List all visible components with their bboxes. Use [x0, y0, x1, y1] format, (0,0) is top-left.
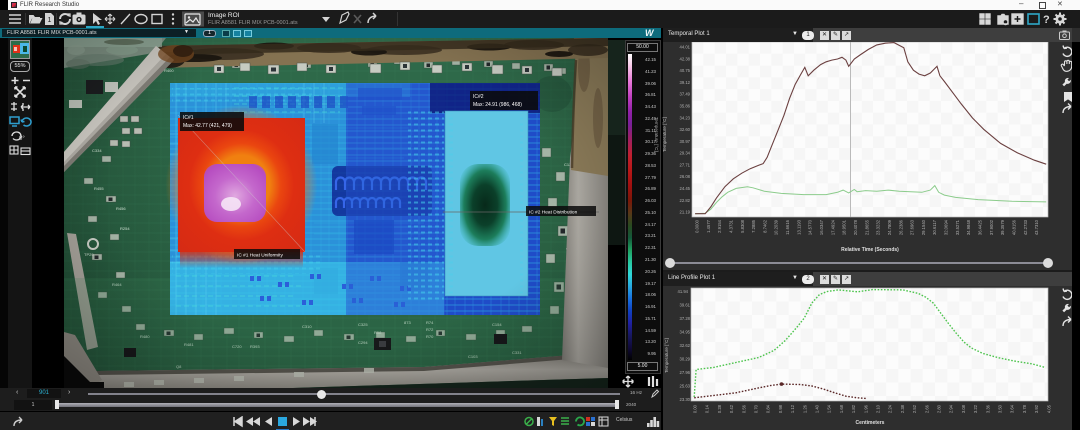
- svg-text:24.45: 24.45: [680, 186, 691, 191]
- svg-text:44.01: 44.01: [680, 45, 691, 50]
- svg-text:3.50: 3.50: [998, 404, 1003, 413]
- svg-text:1.40: 1.40: [815, 404, 820, 413]
- svg-text:3.64: 3.64: [1010, 404, 1015, 413]
- svg-text:IC#2: IC#2: [473, 94, 484, 100]
- svg-text:29.1540: 29.1540: [921, 219, 926, 235]
- svg-text:34.95: 34.95: [680, 330, 691, 335]
- svg-text:3.08: 3.08: [961, 404, 966, 413]
- svg-text:27.96: 27.96: [680, 370, 691, 375]
- svg-text:0.98: 0.98: [778, 404, 783, 413]
- svg-text:20.4078: 20.4078: [853, 219, 858, 235]
- svg-text:0.56: 0.56: [741, 404, 746, 413]
- svg-text:3.92: 3.92: [1034, 404, 1039, 413]
- svg-text:39.12: 39.12: [680, 80, 691, 85]
- svg-text:Centimeters: Centimeters: [856, 420, 885, 426]
- svg-text:2.10: 2.10: [876, 404, 881, 413]
- svg-text:0.0000: 0.0000: [695, 219, 700, 232]
- svg-text:39.61: 39.61: [680, 303, 691, 308]
- svg-text:0.14: 0.14: [705, 404, 710, 413]
- svg-text:33.5271: 33.5271: [955, 219, 960, 235]
- svg-text:4.05: 4.05: [1046, 404, 1051, 413]
- svg-text:30.97: 30.97: [680, 139, 691, 144]
- svg-text:34.23: 34.23: [680, 115, 691, 120]
- svg-text:2.24: 2.24: [888, 404, 893, 413]
- svg-text:40.8156: 40.8156: [1012, 219, 1017, 235]
- svg-text:21.19: 21.19: [680, 210, 691, 215]
- svg-text:IC#1: IC#1: [183, 115, 194, 121]
- svg-text:35.86: 35.86: [680, 104, 691, 109]
- svg-text:21.8655: 21.8655: [864, 219, 869, 235]
- svg-text:18.9501: 18.9501: [842, 219, 847, 235]
- svg-text:13.1193: 13.1193: [796, 219, 801, 234]
- svg-text:5.8308: 5.8308: [740, 219, 745, 232]
- svg-text:0.42: 0.42: [729, 404, 734, 413]
- svg-text:?: ?: [1043, 14, 1050, 26]
- svg-text:2.94: 2.94: [949, 404, 954, 413]
- svg-text:0.00: 0.00: [693, 404, 698, 413]
- svg-text:34.9848: 34.9848: [966, 219, 971, 235]
- svg-text:32.0694: 32.0694: [944, 219, 949, 235]
- svg-text:1.54: 1.54: [827, 404, 832, 413]
- svg-text:27.6963: 27.6963: [910, 219, 915, 235]
- svg-text:43.7310: 43.7310: [1034, 219, 1039, 235]
- svg-text:41.94: 41.94: [678, 289, 689, 294]
- svg-text:8.7462: 8.7462: [762, 219, 767, 232]
- svg-text:17.4924: 17.4924: [830, 219, 835, 235]
- svg-text:42.38: 42.38: [680, 56, 691, 61]
- svg-text:1.96: 1.96: [863, 404, 868, 413]
- svg-text:4.3731: 4.3731: [729, 219, 734, 232]
- svg-text:30.6117: 30.6117: [932, 219, 937, 234]
- svg-text:IC #2 Heat Distribution: IC #2 Heat Distribution: [529, 210, 578, 216]
- svg-text:24.7809: 24.7809: [887, 219, 892, 235]
- svg-text:25.63: 25.63: [680, 384, 691, 389]
- svg-text:40.75: 40.75: [680, 68, 691, 73]
- svg-text:23.30: 23.30: [680, 397, 691, 402]
- svg-text:2.9154: 2.9154: [717, 219, 722, 232]
- svg-text:1.4577: 1.4577: [706, 219, 711, 232]
- svg-text:2.52: 2.52: [912, 404, 917, 413]
- svg-text:27.71: 27.71: [680, 163, 691, 168]
- svg-text:36.4425: 36.4425: [978, 219, 983, 235]
- svg-text:Max: 24.91 (986, 468): Max: 24.91 (986, 468): [473, 102, 522, 108]
- svg-text:14.5770: 14.5770: [808, 219, 813, 235]
- svg-text:0.70: 0.70: [754, 404, 759, 413]
- svg-text:11.6616: 11.6616: [785, 219, 790, 234]
- svg-text:2.80: 2.80: [937, 404, 942, 413]
- svg-text:32.62: 32.62: [680, 343, 691, 348]
- svg-text:0°: 0°: [19, 136, 25, 142]
- svg-text:3.36: 3.36: [985, 404, 990, 413]
- svg-text:39.3579: 39.3579: [1000, 219, 1005, 235]
- svg-text:16.0347: 16.0347: [819, 219, 824, 235]
- svg-text:37.28: 37.28: [680, 316, 691, 321]
- svg-text:7.2885: 7.2885: [751, 219, 756, 232]
- svg-text:22.82: 22.82: [680, 198, 691, 203]
- svg-text:3.78: 3.78: [1022, 404, 1027, 413]
- svg-text:30.29: 30.29: [680, 357, 691, 362]
- svg-text:1.82: 1.82: [851, 404, 856, 413]
- svg-text:29.34: 29.34: [680, 151, 691, 156]
- svg-text:1: 1: [48, 17, 52, 24]
- svg-text:23.3232: 23.3232: [876, 219, 881, 235]
- svg-text:0.28: 0.28: [717, 404, 722, 413]
- svg-text:37.49: 37.49: [680, 92, 691, 97]
- svg-text:0.84: 0.84: [766, 404, 771, 413]
- svg-text:26.08: 26.08: [680, 174, 691, 179]
- svg-text:2.66: 2.66: [924, 404, 929, 413]
- svg-text:Max: 42.77 (421, 479): Max: 42.77 (421, 479): [183, 123, 232, 129]
- svg-text:37.9002: 37.9002: [989, 219, 994, 235]
- svg-text:10.2039: 10.2039: [774, 219, 779, 235]
- svg-text:32.60: 32.60: [680, 127, 691, 132]
- svg-text:2.38: 2.38: [900, 404, 905, 413]
- svg-text:1.12: 1.12: [790, 404, 795, 413]
- svg-text:3.22: 3.22: [973, 404, 978, 413]
- svg-text:42.2733: 42.2733: [1023, 219, 1028, 235]
- svg-text:Relative Time (Seconds): Relative Time (Seconds): [841, 247, 899, 253]
- svg-text:26.2386: 26.2386: [898, 219, 903, 235]
- svg-text:1.26: 1.26: [802, 404, 807, 413]
- svg-text:1.68: 1.68: [839, 404, 844, 413]
- svg-text:IC #1 Heat Uniformity: IC #1 Heat Uniformity: [237, 253, 283, 259]
